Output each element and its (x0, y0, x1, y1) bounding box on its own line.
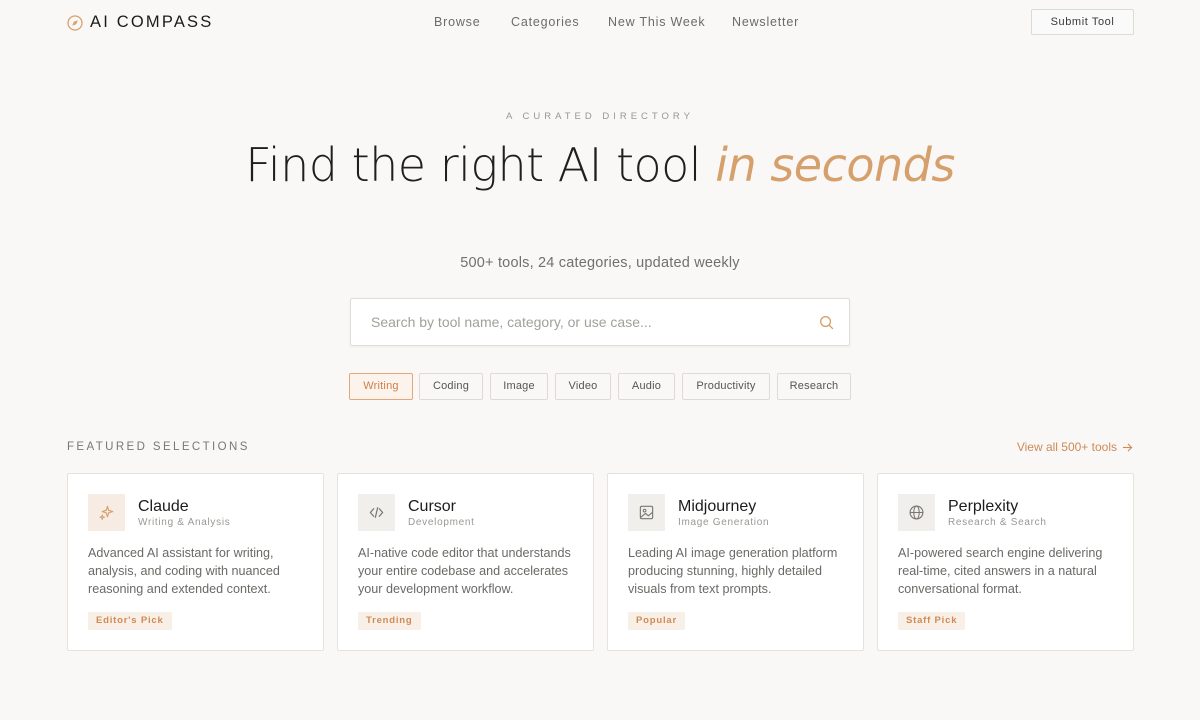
view-all-label: View all 500+ tools (1016, 440, 1117, 454)
nav-newsletter[interactable]: Newsletter (732, 15, 799, 29)
chip-audio[interactable]: Audio (618, 373, 675, 400)
arrow-right-icon (1122, 442, 1133, 452)
main-nav: Browse Categories New This Week Newslett… (0, 15, 1200, 31)
tool-card-perplexity[interactable]: Perplexity Research & Search AI-powered … (877, 473, 1134, 651)
view-all-link[interactable]: View all 500+ tools (1017, 440, 1133, 454)
card-title: Perplexity (948, 498, 1019, 515)
hero-title-accent: in seconds (715, 138, 955, 192)
featured-heading: FEATURED SELECTIONS (67, 441, 250, 453)
card-description: AI-native code editor that understands y… (358, 546, 571, 596)
chip-image[interactable]: Image (490, 373, 548, 400)
card-icon-box (88, 494, 125, 531)
search-icon[interactable] (819, 315, 834, 330)
card-title: Cursor (408, 498, 457, 515)
card-badge: Popular (628, 612, 685, 630)
category-chips: Writing Coding Image Video Audio Product… (0, 373, 1200, 400)
image-icon (639, 505, 654, 520)
chip-writing[interactable]: Writing (349, 373, 413, 400)
nav-browse[interactable]: Browse (434, 15, 480, 29)
submit-tool-button[interactable]: Submit Tool (1031, 9, 1134, 35)
card-title: Midjourney (678, 498, 757, 515)
hero-subtitle: 500+ tools, 24 categories, updated weekl… (460, 255, 740, 271)
card-description: Advanced AI assistant for writing, analy… (88, 546, 280, 596)
card-category: Research & Search (948, 517, 1047, 528)
card-category: Image Generation (678, 517, 770, 528)
card-category: Writing & Analysis (138, 517, 231, 528)
chip-video[interactable]: Video (555, 373, 611, 400)
site-header: AI COMPASS Browse Categories New This We… (0, 0, 1200, 44)
hero-title: Find the right AI tool in seconds (0, 140, 1200, 191)
globe-icon (909, 505, 924, 520)
hero-eyebrow: A CURATED DIRECTORY (506, 111, 694, 122)
card-badge: Editor's Pick (88, 612, 172, 630)
search-input[interactable] (371, 299, 801, 345)
card-badge: Trending (358, 612, 421, 630)
card-icon-box (898, 494, 935, 531)
card-badge: Staff Pick (898, 612, 966, 630)
card-icon-box (358, 494, 395, 531)
tool-card-cursor[interactable]: Cursor Development AI-native code editor… (337, 473, 594, 651)
card-title: Claude (138, 498, 189, 515)
search-box (350, 298, 850, 346)
sparkle-icon (99, 505, 114, 521)
tool-card-claude[interactable]: Claude Writing & Analysis Advanced AI as… (67, 473, 324, 651)
nav-new-this-week[interactable]: New This Week (608, 15, 705, 29)
card-description: AI-powered search engine delivering real… (898, 546, 1103, 596)
chip-research[interactable]: Research (777, 373, 851, 400)
code-icon (369, 507, 384, 518)
card-category: Development (408, 517, 475, 528)
tool-card-midjourney[interactable]: Midjourney Image Generation Leading AI i… (607, 473, 864, 651)
nav-categories[interactable]: Categories (511, 15, 579, 29)
chip-productivity[interactable]: Productivity (682, 373, 770, 400)
card-description: Leading AI image generation platform pro… (628, 546, 838, 596)
chip-coding[interactable]: Coding (419, 373, 483, 400)
hero-title-main: Find the right AI tool (245, 138, 716, 192)
card-icon-box (628, 494, 665, 531)
